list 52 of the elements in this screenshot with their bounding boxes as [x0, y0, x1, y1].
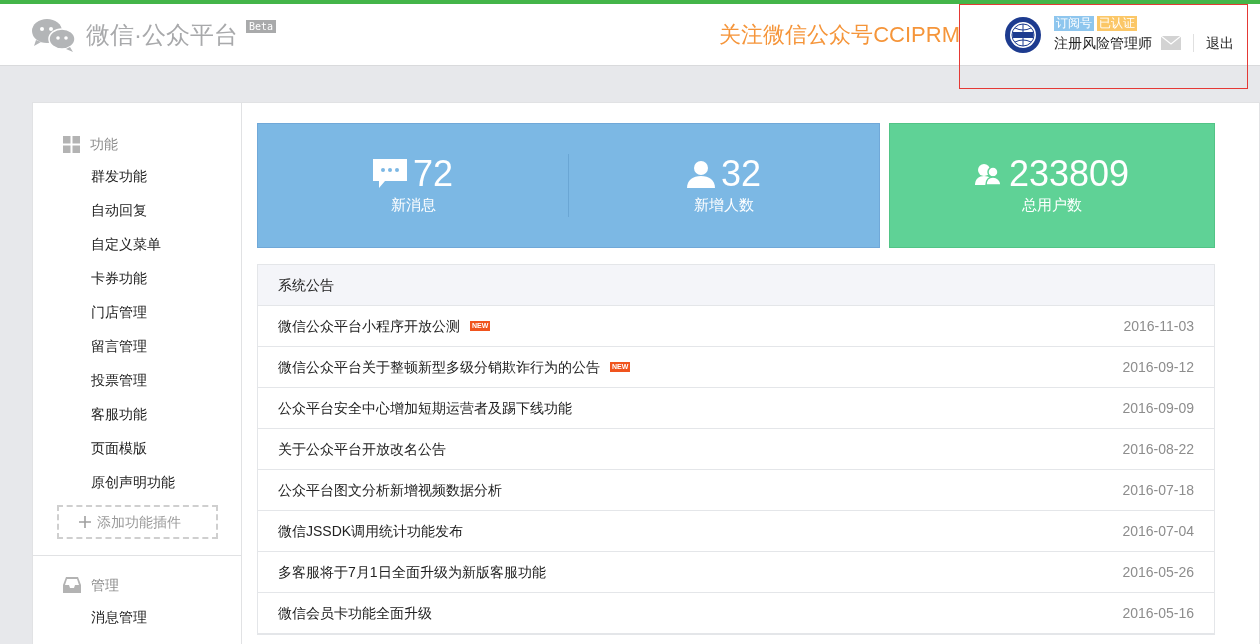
notice-date: 2016-09-12	[1122, 357, 1194, 377]
notice-link[interactable]: 微信公众平台关于整顿新型多级分销欺诈行为的公告	[278, 356, 600, 378]
notice-date: 2016-07-18	[1122, 480, 1194, 500]
sidebar-item[interactable]: 投票管理	[33, 363, 241, 397]
sidebar-item[interactable]: 消息管理	[33, 600, 241, 634]
mail-icon[interactable]	[1161, 36, 1181, 50]
notice-link[interactable]: 多客服将于7月1日全面升级为新版客服功能	[278, 561, 546, 583]
beta-badge: Beta	[246, 20, 277, 33]
notice-link[interactable]: 微信会员卡功能全面升级	[278, 602, 432, 624]
sidebar-item[interactable]: 卡券功能	[33, 261, 241, 295]
notice-link[interactable]: 关于公众平台开放改名公告	[278, 438, 446, 460]
notices-title: 系统公告	[278, 275, 334, 295]
stat-label: 总用户数	[1022, 195, 1082, 216]
plus-icon	[79, 516, 91, 528]
notice-date: 2016-05-16	[1122, 603, 1194, 623]
promo-text: 关注微信公众号CCIPRM	[719, 21, 960, 49]
section-title: 管理	[91, 575, 119, 595]
inbox-icon	[63, 577, 81, 593]
sidebar-item[interactable]: 自定义菜单	[33, 227, 241, 261]
account-name: 注册风险管理师	[1054, 33, 1152, 53]
notice-link[interactable]: 公众平台安全中心增加短期运营者及踢下线功能	[278, 397, 572, 419]
sidebar-item[interactable]: 留言管理	[33, 329, 241, 363]
notice-link[interactable]: 公众平台图文分析新增视频数据分析	[278, 479, 502, 501]
account-type-tag: 订阅号	[1054, 15, 1094, 31]
verified-tag: 已认证	[1097, 15, 1137, 31]
stat-value: 32	[720, 154, 761, 195]
notice-link[interactable]: 微信JSSDK调用统计功能发布	[278, 520, 464, 542]
stat-label: 新消息	[390, 195, 436, 216]
sidebar-item[interactable]: 自动回复	[33, 193, 241, 227]
chat-bubble-icon	[372, 159, 407, 190]
platform-title: 微信·公众平台	[86, 19, 238, 50]
logout-link[interactable]: 退出	[1206, 32, 1234, 54]
notice-date: 2016-05-26	[1122, 562, 1194, 582]
stat-value: 233809	[1008, 154, 1130, 195]
notice-link[interactable]: 微信公众平台小程序开放公测	[278, 315, 460, 337]
sidebar-item[interactable]: 页面模版	[33, 431, 241, 465]
sidebar-item[interactable]: 原创声明功能	[33, 465, 241, 499]
person-icon	[686, 160, 715, 189]
notice-date: 2016-11-03	[1123, 316, 1194, 336]
section-title: 功能	[90, 134, 118, 154]
sidebar-item[interactable]: 门店管理	[33, 295, 241, 329]
account-logo-icon	[1004, 15, 1042, 54]
stat-value: 72	[412, 154, 453, 195]
grid-icon	[63, 135, 80, 153]
sidebar-item[interactable]: 客服功能	[33, 397, 241, 431]
notice-date: 2016-09-09	[1122, 398, 1194, 418]
sidebar-item[interactable]: 群发功能	[33, 159, 241, 193]
notice-date: 2016-07-04	[1122, 521, 1194, 541]
stat-label: 新增人数	[694, 195, 754, 216]
notice-date: 2016-08-22	[1122, 439, 1194, 459]
people-icon	[974, 163, 1001, 186]
wechat-logo-icon	[32, 17, 76, 52]
